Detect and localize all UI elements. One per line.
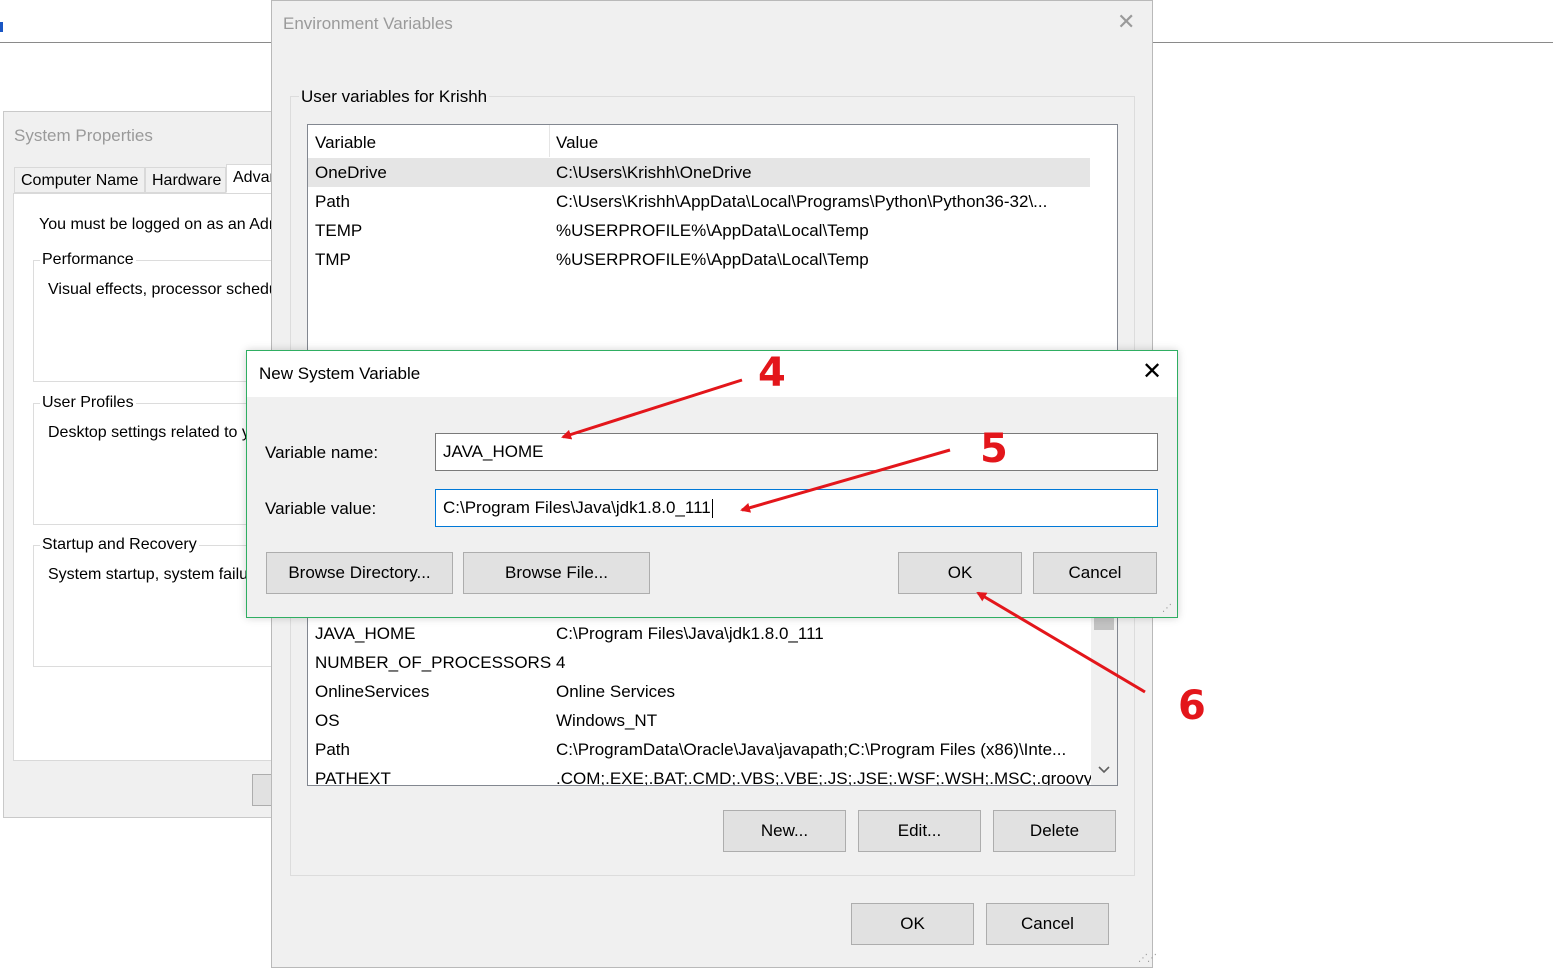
arrow-step-6 xyxy=(976,591,1146,694)
annotation-arrows xyxy=(561,378,1146,694)
arrow-step-5 xyxy=(740,448,951,513)
annotation-step-4: 4 xyxy=(758,350,786,396)
annotation-step-6: 6 xyxy=(1178,683,1206,729)
annotation-step-5: 5 xyxy=(980,426,1008,472)
arrow-step-4 xyxy=(561,378,743,440)
